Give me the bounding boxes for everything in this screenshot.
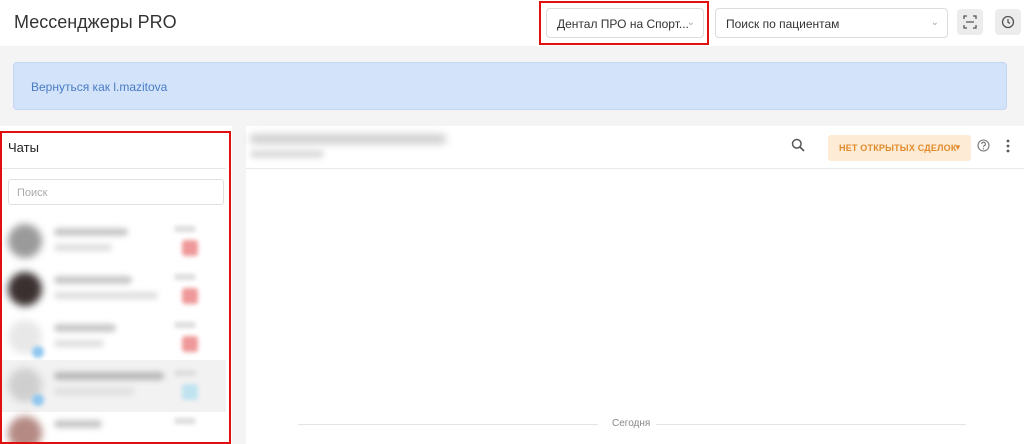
scan-icon [963,15,977,29]
chevron-down-icon: ⌄ [930,17,939,28]
divider [298,424,598,425]
more-vertical-icon[interactable] [1005,138,1011,154]
search-icon[interactable] [791,138,805,152]
return-as-user-link[interactable]: Вернуться как l.mazitova [31,80,167,94]
contact-phone-blurred [250,150,324,158]
help-icon[interactable] [977,139,990,152]
top-bar: Мессенджеры PRO Дентал ПРО на Спорт... ⌄… [0,0,1024,46]
page-title: Мессенджеры PRO [14,12,177,32]
conversation-panel: НЕТ ОТКРЫТЫХ СДЕЛОК ▼ Сегодня [246,126,1024,444]
patient-search-select[interactable]: Поиск по пациентам ⌄ [715,8,948,38]
highlight-frame-clinic [539,1,709,45]
patient-search-value: Поиск по пациентам [726,17,840,31]
caret-down-icon: ▼ [953,143,962,152]
contact-name-blurred [250,134,446,144]
open-deals-button[interactable]: НЕТ ОТКРЫТЫХ СДЕЛОК ▼ [828,135,971,161]
highlight-frame-chats [0,131,231,444]
clock-icon [1001,15,1015,29]
divider [246,168,1024,169]
scan-button[interactable] [957,9,983,35]
divider [656,424,966,425]
day-separator-label: Сегодня [612,418,651,429]
history-button[interactable] [995,9,1021,35]
open-deals-label: НЕТ ОТКРЫТЫХ СДЕЛОК [839,143,957,153]
impersonation-banner: Вернуться как l.mazitova [13,62,1007,110]
